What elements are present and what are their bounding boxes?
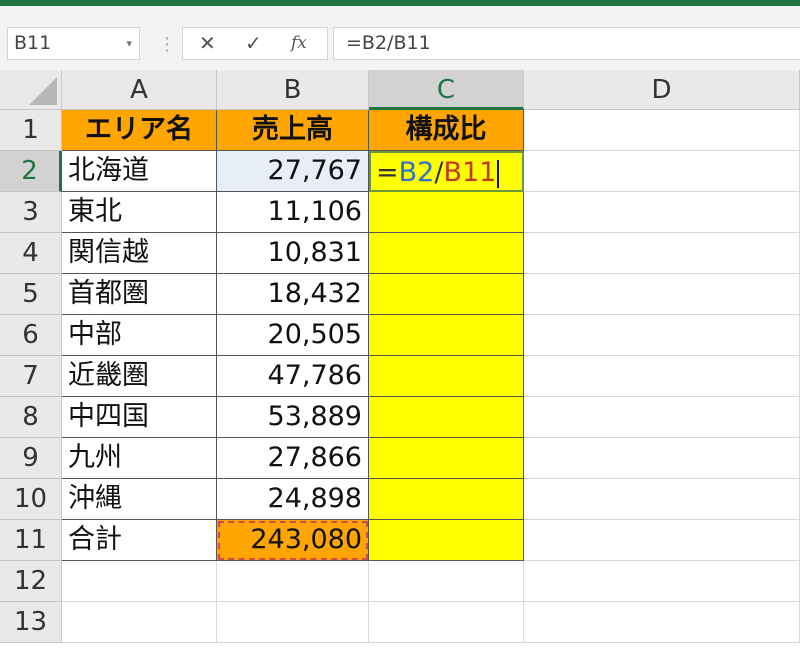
row-header-2[interactable]: 2 [0, 151, 62, 192]
edit-ref-b11: B11 [443, 157, 497, 188]
cell-a10[interactable]: 沖縄 [62, 479, 217, 520]
cell-a6[interactable]: 中部 [62, 315, 217, 356]
row-header-13[interactable]: 13 [0, 602, 62, 643]
column-header-d[interactable]: D [524, 70, 800, 110]
enter-check-icon[interactable]: ✓ [245, 28, 262, 59]
cell-d12[interactable] [524, 561, 800, 602]
cell-c12[interactable] [369, 561, 524, 602]
cell-c1-header-ratio[interactable]: 構成比 [369, 110, 524, 151]
cell-c3[interactable] [369, 192, 524, 233]
cell-b9[interactable]: 27,866 [217, 438, 369, 479]
cell-b1-header-sales[interactable]: 売上高 [217, 110, 369, 151]
cell-b8[interactable]: 53,889 [217, 397, 369, 438]
vertical-dots-icon: ⋮ [158, 34, 176, 55]
row-header-11[interactable]: 11 [0, 520, 62, 561]
cell-d7[interactable] [524, 356, 800, 397]
cell-a2[interactable]: 北海道 [62, 151, 217, 192]
row-header-9[interactable]: 9 [0, 438, 62, 479]
row-header-4[interactable]: 4 [0, 233, 62, 274]
formula-buttons: ✕ ✓ fx [182, 27, 328, 60]
cell-d4[interactable] [524, 233, 800, 274]
cell-c2-editing[interactable]: =B2/B11 [369, 151, 524, 192]
cell-d5[interactable] [524, 274, 800, 315]
name-box-value: B11 [14, 32, 52, 54]
column-header-b[interactable]: B [217, 70, 369, 110]
cell-b11-total[interactable]: 243,080 [217, 520, 369, 561]
cell-a11-total-label[interactable]: 合計 [62, 520, 217, 561]
name-box[interactable]: B11 ▾ [7, 27, 140, 60]
cell-d13[interactable] [524, 602, 800, 643]
cell-b10[interactable]: 24,898 [217, 479, 369, 520]
cell-d9[interactable] [524, 438, 800, 479]
row-header-10[interactable]: 10 [0, 479, 62, 520]
cell-c4[interactable] [369, 233, 524, 274]
cell-a12[interactable] [62, 561, 217, 602]
row-header-5[interactable]: 5 [0, 274, 62, 315]
cell-a1-header-area[interactable]: エリア名 [62, 110, 217, 151]
edit-ref-b2: B2 [398, 157, 435, 188]
cell-d2[interactable] [524, 151, 800, 192]
cell-b4[interactable]: 10,831 [217, 233, 369, 274]
formula-text: =B2/B11 [346, 32, 431, 54]
cell-a3[interactable]: 東北 [62, 192, 217, 233]
cell-b7[interactable]: 47,786 [217, 356, 369, 397]
row-header-8[interactable]: 8 [0, 397, 62, 438]
select-all-triangle-icon [29, 77, 57, 105]
cell-b2[interactable]: 27,767 [217, 151, 369, 192]
cell-d6[interactable] [524, 315, 800, 356]
cell-c11[interactable] [369, 520, 524, 561]
cell-a4[interactable]: 関信越 [62, 233, 217, 274]
row-header-12[interactable]: 12 [0, 561, 62, 602]
row-header-6[interactable]: 6 [0, 315, 62, 356]
column-header-a[interactable]: A [62, 70, 217, 110]
cell-c8[interactable] [369, 397, 524, 438]
chevron-down-icon[interactable]: ▾ [126, 28, 132, 59]
cancel-icon[interactable]: ✕ [199, 28, 216, 59]
cell-d1[interactable] [524, 110, 800, 151]
cell-a9[interactable]: 九州 [62, 438, 217, 479]
cell-d8[interactable] [524, 397, 800, 438]
cell-b13[interactable] [217, 602, 369, 643]
cell-d11[interactable] [524, 520, 800, 561]
insert-function-icon[interactable]: fx [291, 28, 307, 59]
cell-b6[interactable]: 20,505 [217, 315, 369, 356]
select-all-corner[interactable] [0, 70, 62, 110]
cell-b3[interactable]: 11,106 [217, 192, 369, 233]
cell-b5[interactable]: 18,432 [217, 274, 369, 315]
row-header-3[interactable]: 3 [0, 192, 62, 233]
cell-c5[interactable] [369, 274, 524, 315]
formula-input[interactable]: =B2/B11 [333, 27, 800, 60]
cell-c13[interactable] [369, 602, 524, 643]
edit-eq: = [376, 157, 399, 188]
formula-bar-area: B11 ▾ ⋮ ✕ ✓ fx =B2/B11 [0, 6, 800, 70]
cell-c6[interactable] [369, 315, 524, 356]
cell-c9[interactable] [369, 438, 524, 479]
text-caret [497, 159, 500, 188]
row-header-7[interactable]: 7 [0, 356, 62, 397]
cell-b12[interactable] [217, 561, 369, 602]
cell-c10[interactable] [369, 479, 524, 520]
column-header-c[interactable]: C [369, 70, 524, 110]
row-header-1[interactable]: 1 [0, 110, 62, 151]
cell-d10[interactable] [524, 479, 800, 520]
cell-c7[interactable] [369, 356, 524, 397]
spreadsheet-grid: A B C D 1 2 3 4 5 6 7 8 9 10 11 12 13 エリ… [0, 70, 800, 654]
cell-a13[interactable] [62, 602, 217, 643]
cell-d3[interactable] [524, 192, 800, 233]
cell-a5[interactable]: 首都圏 [62, 274, 217, 315]
cell-a7[interactable]: 近畿圏 [62, 356, 217, 397]
cell-a8[interactable]: 中四国 [62, 397, 217, 438]
